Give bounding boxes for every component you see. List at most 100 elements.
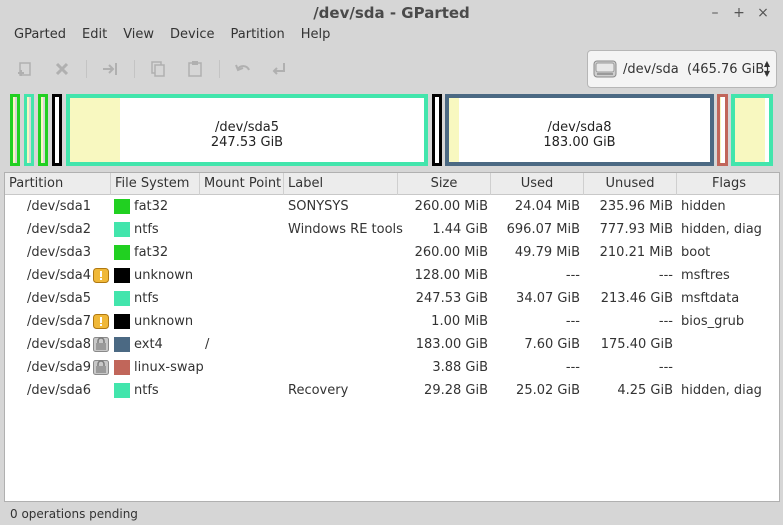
column-mount-point[interactable]: Mount Point (200, 173, 284, 195)
mount-point-cell (205, 218, 283, 241)
diskmap-sda8-label: /dev/sda8 183.00 GiB (543, 120, 616, 150)
partition-cell: /dev/sda5 (27, 291, 91, 306)
device-selector[interactable]: /dev/sda (465.76 GiB) ▲ ▼ (587, 50, 777, 88)
diskmap-sda5[interactable]: /dev/sda5 247.53 GiB (66, 94, 428, 166)
new-icon (18, 62, 31, 76)
used-cell: --- (565, 268, 580, 283)
mount-point-cell (205, 287, 283, 310)
flags-cell: msftdata (681, 291, 740, 306)
menu-device[interactable]: Device (162, 26, 222, 46)
diskmap-sda6[interactable] (731, 94, 773, 166)
menu-gparted[interactable]: GParted (6, 26, 74, 46)
diskmap-sda2[interactable] (24, 94, 34, 166)
partition-table: Partition File System Mount Point Label … (4, 172, 780, 502)
partition-cell: /dev/sda3 (27, 245, 91, 260)
table-row[interactable]: /dev/sda9 linux-swap 3.88 GiB --- --- (5, 356, 779, 379)
diskmap-sda3[interactable] (38, 94, 48, 166)
diskmap-sda8[interactable]: /dev/sda8 183.00 GiB (445, 94, 714, 166)
partition-cell: /dev/sda9 (27, 360, 91, 375)
copy-button[interactable] (145, 56, 171, 82)
mount-point-cell (205, 195, 283, 218)
table-row[interactable]: /dev/sda1 fat32 SONYSYS 260.00 MiB 24.04 MiB… (5, 195, 779, 218)
column-label[interactable]: Label (284, 173, 398, 195)
size-cell: 247.53 GiB (415, 291, 488, 306)
new-partition-button[interactable] (12, 56, 38, 82)
partition-cell: /dev/sda1 (27, 199, 91, 214)
table-row[interactable]: /dev/sda4 unknown 128.00 MiB --- --- msftres (5, 264, 779, 287)
column-unused[interactable]: Unused (584, 173, 677, 195)
filesystem-cell: fat32 (134, 199, 169, 214)
title-bar[interactable]: /dev/sda - GParted – + × (0, 0, 783, 26)
flags-cell (681, 333, 781, 356)
paste-button[interactable] (182, 56, 208, 82)
flags-cell: hidden (681, 199, 726, 214)
label-cell: SONYSYS (288, 199, 349, 214)
diskmap-sda5-label: /dev/sda5 247.53 GiB (210, 120, 284, 150)
label-cell (288, 264, 398, 287)
table-row[interactable]: /dev/sda3 fat32 260.00 MiB 49.79 MiB 210.21 … (5, 241, 779, 264)
mount-point-cell (205, 310, 283, 333)
column-used[interactable]: Used (491, 173, 584, 195)
label-cell (288, 287, 398, 310)
size-cell: 29.28 GiB (424, 383, 488, 398)
apply-button[interactable] (266, 56, 292, 82)
table-row[interactable]: /dev/sda7 unknown 1.00 MiB --- --- bios_grub (5, 310, 779, 333)
delete-icon (55, 62, 69, 76)
used-cell: 49.79 MiB (514, 245, 580, 260)
filesystem-cell: ntfs (134, 222, 159, 237)
column-flags[interactable]: Flags (677, 173, 781, 195)
filesystem-color-swatch (114, 199, 130, 214)
window-title: /dev/sda - GParted (313, 4, 470, 22)
table-row[interactable]: /dev/sda2 ntfs Windows RE tools 1.44 GiB 696… (5, 218, 779, 241)
copy-icon (151, 61, 165, 77)
used-cell: --- (565, 360, 580, 375)
chevron-updown-icon: ▲ ▼ (763, 59, 770, 78)
label-cell (288, 310, 398, 333)
diskmap-sda9[interactable] (717, 94, 728, 166)
diskmap-sda7[interactable] (432, 94, 442, 166)
diskmap-sda4[interactable] (52, 94, 62, 166)
flags-cell: hidden, diag (681, 383, 762, 398)
minimize-icon[interactable]: – (706, 4, 724, 22)
mount-point-cell (205, 356, 283, 379)
locked-icon (93, 337, 109, 352)
used-cell: 7.60 GiB (524, 337, 580, 352)
flags-cell: msftres (681, 268, 730, 283)
undo-button[interactable] (230, 56, 256, 82)
column-file-system[interactable]: File System (111, 173, 200, 195)
unused-cell: 777.93 MiB (599, 222, 673, 237)
filesystem-cell: fat32 (134, 245, 169, 260)
filesystem-color-swatch (114, 268, 130, 283)
menu-bar: GParted Edit View Device Partition Help (0, 26, 783, 46)
close-icon[interactable]: × (754, 4, 772, 22)
menu-view[interactable]: View (115, 26, 162, 46)
partition-cell: /dev/sda2 (27, 222, 91, 237)
size-cell: 1.00 MiB (431, 314, 488, 329)
size-cell: 260.00 MiB (414, 245, 488, 260)
menu-partition[interactable]: Partition (223, 26, 293, 46)
unused-cell: 235.96 MiB (599, 199, 673, 214)
filesystem-color-swatch (114, 337, 130, 352)
label-cell: Windows RE tools (288, 222, 403, 237)
flags-cell: boot (681, 245, 711, 260)
gparted-window: /dev/sda - GParted – + × GParted Edit Vi… (0, 0, 783, 525)
warning-icon (93, 314, 109, 329)
diskmap-sda1[interactable] (10, 94, 20, 166)
table-row[interactable]: /dev/sda5 ntfs 247.53 GiB 34.07 GiB 213.46 G… (5, 287, 779, 310)
mount-point-cell (205, 241, 283, 264)
resize-move-button[interactable] (97, 56, 123, 82)
table-row[interactable]: /dev/sda8 ext4 / 183.00 GiB 7.60 GiB 175.40 G… (5, 333, 779, 356)
menu-help[interactable]: Help (293, 26, 339, 46)
menu-edit[interactable]: Edit (74, 26, 115, 46)
device-label: /dev/sda (465.76 GiB) (623, 61, 770, 77)
used-cell: 24.04 MiB (514, 199, 580, 214)
locked-icon (93, 360, 109, 375)
label-cell (288, 241, 398, 264)
column-size[interactable]: Size (398, 173, 491, 195)
filesystem-color-swatch (114, 245, 130, 260)
table-row[interactable]: /dev/sda6 ntfs Recovery 29.28 GiB 25.02 GiB 4… (5, 379, 779, 402)
unused-cell: --- (658, 360, 673, 375)
maximize-icon[interactable]: + (730, 4, 748, 22)
column-partition[interactable]: Partition (5, 173, 111, 195)
delete-partition-button[interactable] (49, 56, 75, 82)
